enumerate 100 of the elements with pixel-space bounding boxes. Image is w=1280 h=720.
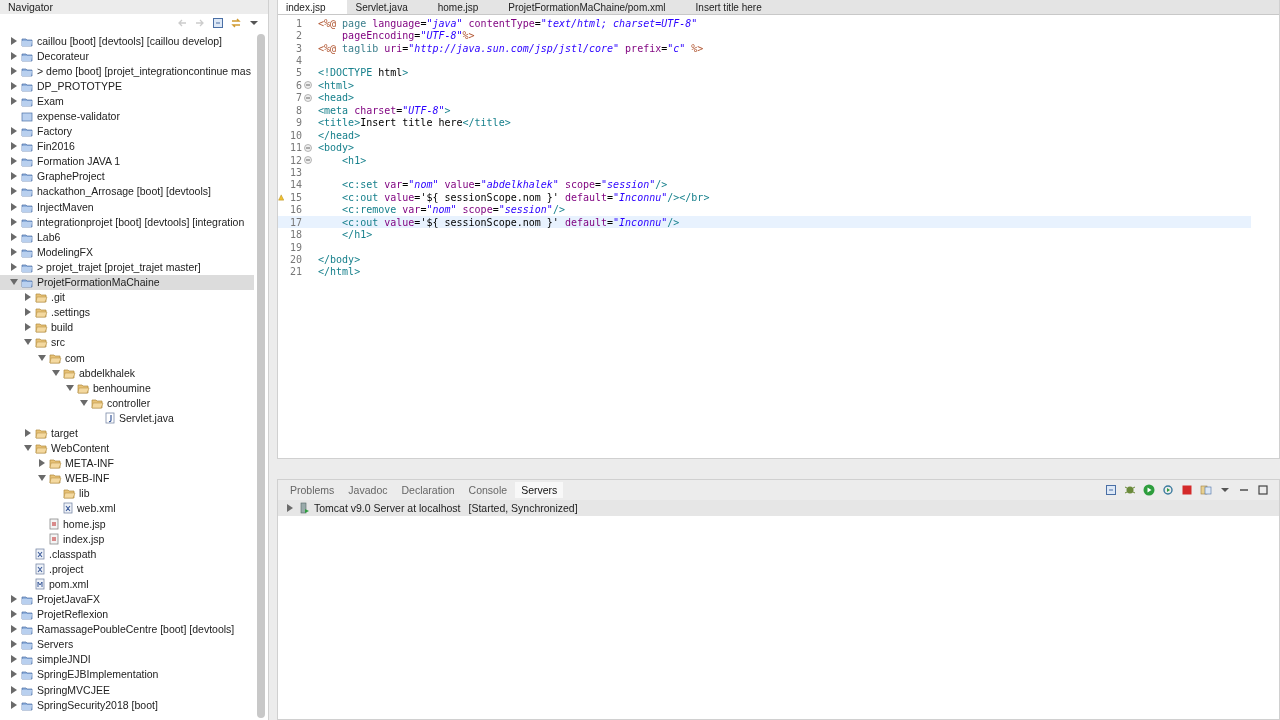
maximize-icon[interactable] bbox=[1257, 484, 1269, 496]
collapsed-arrow-icon[interactable] bbox=[10, 81, 18, 90]
collapsed-arrow-icon[interactable] bbox=[24, 429, 32, 437]
editor-tab[interactable]: index.jsp bbox=[278, 0, 348, 14]
collapse-icon[interactable] bbox=[1105, 484, 1117, 496]
collapsed-arrow-icon[interactable] bbox=[10, 187, 18, 196]
collapsed-arrow-icon[interactable] bbox=[10, 670, 18, 679]
tree-item[interactable]: home.jsp bbox=[0, 516, 254, 532]
tree-item[interactable]: WebContent bbox=[0, 440, 254, 456]
collapsed-arrow-icon[interactable] bbox=[286, 504, 294, 512]
tree-item[interactable]: Decorateur bbox=[0, 48, 254, 64]
collapsed-arrow-icon[interactable] bbox=[10, 610, 18, 619]
tree-item[interactable]: expense-validator bbox=[0, 108, 254, 124]
tree-item[interactable]: abdelkhalek bbox=[0, 365, 254, 381]
tree-item[interactable]: Servers bbox=[0, 636, 254, 652]
collapsed-arrow-icon[interactable] bbox=[10, 232, 18, 241]
collapsed-arrow-icon[interactable] bbox=[10, 127, 18, 136]
editor-tab[interactable]: Servlet.java bbox=[347, 0, 430, 14]
collapsed-arrow-icon[interactable] bbox=[24, 293, 32, 302]
tree-item[interactable]: Formation JAVA 1 bbox=[0, 153, 254, 169]
collapse-all-icon[interactable] bbox=[212, 17, 224, 29]
collapsed-arrow-icon[interactable] bbox=[38, 459, 46, 468]
collapsed-arrow-icon[interactable] bbox=[10, 172, 18, 181]
profile-icon[interactable] bbox=[1162, 484, 1174, 496]
collapsed-arrow-icon[interactable] bbox=[10, 66, 18, 75]
view-tab[interactable]: Declaration bbox=[395, 482, 461, 498]
tree-item[interactable]: WEB-INF bbox=[0, 470, 254, 486]
tree-item[interactable]: web.xml bbox=[0, 500, 254, 516]
tree-item[interactable]: Fin2016 bbox=[0, 138, 254, 154]
collapsed-arrow-icon[interactable] bbox=[10, 157, 18, 166]
collapsed-arrow-icon[interactable] bbox=[10, 685, 18, 694]
tree-item[interactable]: Exam bbox=[0, 93, 254, 109]
tree-item[interactable]: META-INF bbox=[0, 455, 254, 471]
view-tab[interactable]: Servers bbox=[515, 482, 564, 498]
tree-item[interactable]: DP_PROTOTYPE bbox=[0, 78, 254, 94]
collapsed-arrow-icon[interactable] bbox=[24, 308, 32, 317]
view-tab[interactable]: Console bbox=[462, 482, 514, 498]
tree-item[interactable]: .settings bbox=[0, 304, 254, 320]
collapsed-arrow-icon[interactable] bbox=[10, 625, 18, 634]
tree-item[interactable]: hackathon_Arrosage [boot] [devtools] bbox=[0, 183, 254, 200]
tree-item[interactable]: com bbox=[0, 349, 254, 366]
tree-item[interactable]: caillou [boot] [devtools] [caillou develop] bbox=[0, 33, 254, 49]
tree-item[interactable]: Factory bbox=[0, 123, 254, 139]
tree-item[interactable]: .classpath bbox=[0, 546, 254, 562]
debug-icon[interactable] bbox=[1124, 484, 1136, 496]
tree-item[interactable]: target bbox=[0, 425, 254, 441]
tree-item[interactable]: build bbox=[0, 319, 254, 335]
tree-item[interactable]: Servlet.java bbox=[0, 410, 254, 426]
expanded-arrow-icon[interactable] bbox=[10, 278, 18, 287]
tree-item[interactable]: .git bbox=[0, 289, 254, 305]
editor-tab[interactable]: Insert title here bbox=[687, 0, 784, 14]
tree-item[interactable]: ModelingFX bbox=[0, 244, 254, 260]
collapsed-arrow-icon[interactable] bbox=[10, 655, 18, 664]
stop-icon[interactable] bbox=[1181, 484, 1193, 496]
view-tab[interactable]: Javadoc bbox=[342, 482, 394, 498]
collapsed-arrow-icon[interactable] bbox=[10, 640, 18, 649]
tree-item[interactable]: SpringEJBImplementation bbox=[0, 666, 254, 683]
tree-item[interactable]: pom.xml bbox=[0, 576, 254, 592]
tree-item[interactable]: ProjetFormationMaChaine bbox=[0, 274, 254, 290]
tree-item[interactable]: SpringMVCJEE bbox=[0, 682, 254, 698]
tree-item[interactable]: InjectMaven bbox=[0, 199, 254, 215]
tree-item[interactable]: ProjetReflexion bbox=[0, 606, 254, 622]
collapsed-arrow-icon[interactable] bbox=[10, 595, 18, 603]
expanded-arrow-icon[interactable] bbox=[38, 353, 46, 362]
collapsed-arrow-icon[interactable] bbox=[10, 51, 18, 60]
tree-item[interactable]: lib bbox=[0, 485, 254, 501]
tree-item[interactable]: GrapheProject bbox=[0, 168, 254, 184]
tree-item[interactable]: index.jsp bbox=[0, 531, 254, 547]
collapsed-arrow-icon[interactable] bbox=[10, 700, 18, 709]
collapsed-arrow-icon[interactable] bbox=[24, 323, 32, 332]
expanded-arrow-icon[interactable] bbox=[80, 398, 88, 407]
collapsed-arrow-icon[interactable] bbox=[10, 262, 18, 271]
expanded-arrow-icon[interactable] bbox=[24, 338, 32, 347]
collapsed-arrow-icon[interactable] bbox=[10, 96, 18, 105]
collapsed-arrow-icon[interactable] bbox=[10, 247, 18, 256]
expanded-arrow-icon[interactable] bbox=[66, 383, 74, 392]
tree-item[interactable]: Lab6 bbox=[0, 229, 254, 245]
collapsed-arrow-icon[interactable] bbox=[10, 202, 18, 211]
start-icon[interactable] bbox=[1143, 484, 1155, 496]
editor-tab[interactable]: home.jsp bbox=[429, 0, 501, 14]
tree-item[interactable]: SpringSecurity2018 [boot] bbox=[0, 697, 254, 713]
expanded-arrow-icon[interactable] bbox=[38, 474, 46, 483]
server-row[interactable]: Tomcat v9.0 Server at localhost [Started, Synchronized] bbox=[278, 500, 1279, 516]
collapsed-arrow-icon[interactable] bbox=[10, 36, 18, 45]
expanded-arrow-icon[interactable] bbox=[24, 444, 32, 453]
tree-item[interactable]: controller bbox=[0, 395, 254, 411]
tree-item[interactable]: integrationprojet [boot] [devtools] [integration bbox=[0, 214, 254, 230]
expanded-arrow-icon[interactable] bbox=[52, 368, 60, 377]
tree-item[interactable]: benhoumine bbox=[0, 380, 254, 396]
collapsed-arrow-icon[interactable] bbox=[10, 217, 18, 226]
tree-item[interactable]: ProjetJavaFX bbox=[0, 591, 254, 607]
tree-item[interactable]: > demo [boot] [projet_integrationcontinue mas bbox=[0, 63, 254, 79]
tree-item[interactable]: src bbox=[0, 334, 254, 350]
view-tab[interactable]: Problems bbox=[284, 482, 341, 498]
tree-item[interactable]: > projet_trajet [projet_trajet master] bbox=[0, 259, 254, 275]
scrollbar[interactable] bbox=[257, 34, 265, 718]
tree-item[interactable]: simpleJNDI bbox=[0, 651, 254, 667]
tree-item[interactable]: RamassagePoubleCentre [boot] [devtools] bbox=[0, 621, 254, 637]
editor-tab[interactable]: ProjetFormationMaChaine/pom.xml bbox=[500, 0, 688, 14]
tree-item[interactable]: .project bbox=[0, 561, 254, 577]
